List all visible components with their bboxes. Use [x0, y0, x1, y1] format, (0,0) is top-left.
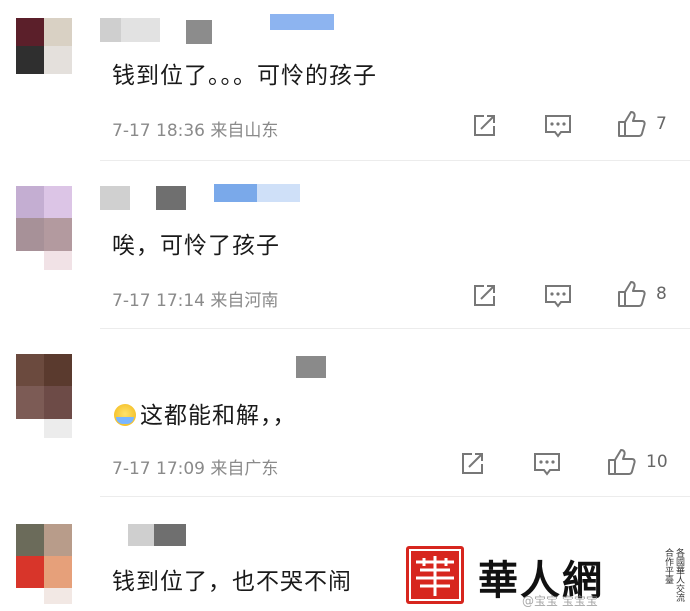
- comment-text: 唉，可怜了孩子: [112, 233, 280, 259]
- avatar[interactable]: [16, 524, 72, 604]
- share-icon: [462, 453, 483, 474]
- comment-meta: 7-17 17:09 来自广东: [112, 454, 278, 479]
- watermark-tagline: 各國華人交流合作平臺: [663, 548, 684, 602]
- comment-date: 7-17: [112, 121, 151, 141]
- username-pixelated: [156, 186, 186, 210]
- share-button[interactable]: [470, 112, 498, 140]
- user-badge-pixelated: [214, 184, 300, 202]
- like-button[interactable]: 10: [606, 448, 668, 476]
- username-pixelated[interactable]: [128, 524, 186, 546]
- comment-icon: [545, 115, 571, 138]
- like-button[interactable]: 7: [616, 110, 667, 138]
- comment-item: 唉，可怜了孩子 7-17 17:14 来自河南 8: [0, 160, 690, 328]
- watermark-logo-icon: [406, 546, 464, 604]
- comment-location: 来自广东: [210, 459, 279, 479]
- watermark: 華人網 各國華人交流合作平臺 @宝宝 宝宝宝: [404, 544, 690, 611]
- comment-button[interactable]: [543, 282, 573, 310]
- comment-text: 钱到位了。。。可怜的孩子: [112, 63, 377, 89]
- comment-text: 钱到位了，也不哭不闹: [112, 569, 352, 595]
- like-count: 8: [656, 284, 667, 304]
- username-pixelated[interactable]: [296, 356, 326, 378]
- username-pixelated[interactable]: [100, 186, 130, 210]
- share-button[interactable]: [470, 282, 498, 310]
- comment-date: 7-17: [112, 291, 151, 311]
- like-icon: [618, 281, 646, 307]
- comment-text: 这都能和解，，: [114, 396, 297, 430]
- like-count: 7: [656, 114, 667, 134]
- comment-icon: [534, 453, 560, 476]
- comment-button[interactable]: [543, 112, 573, 140]
- user-badge-pixelated: [270, 14, 334, 30]
- comment-item: 这都能和解，， 7-17 17:09 来自广东 10: [0, 328, 690, 496]
- comment-time: 17:09: [156, 459, 205, 479]
- comment-location: 来自山东: [210, 121, 279, 141]
- share-button[interactable]: [458, 450, 486, 478]
- username-pixelated[interactable]: [100, 18, 160, 42]
- like-button[interactable]: 8: [616, 280, 667, 308]
- avatar[interactable]: [16, 18, 72, 74]
- comment-icon: [545, 285, 571, 308]
- username-pixelated: [186, 20, 212, 44]
- comment-meta: 7-17 17:14 来自河南: [112, 286, 278, 311]
- like-count: 10: [646, 452, 668, 472]
- comment-item: 钱到位了。。。可怜的孩子 7-17 18:36 来自山东 7: [0, 0, 690, 160]
- like-icon: [608, 449, 636, 475]
- comment-date: 7-17: [112, 459, 151, 479]
- share-icon: [474, 285, 495, 306]
- comment-location: 来自河南: [210, 291, 279, 311]
- comment-meta: 7-17 18:36 来自山东: [112, 116, 278, 141]
- comment-button[interactable]: [532, 450, 562, 478]
- avatar[interactable]: [16, 354, 72, 438]
- comment-time: 17:14: [156, 291, 205, 311]
- comment-time: 18:36: [156, 121, 205, 141]
- like-icon: [618, 111, 646, 137]
- smiling-face-with-tear-icon: [114, 404, 136, 426]
- share-icon: [474, 115, 495, 136]
- watermark-handle: @宝宝 宝宝宝: [522, 594, 598, 608]
- avatar[interactable]: [16, 186, 72, 270]
